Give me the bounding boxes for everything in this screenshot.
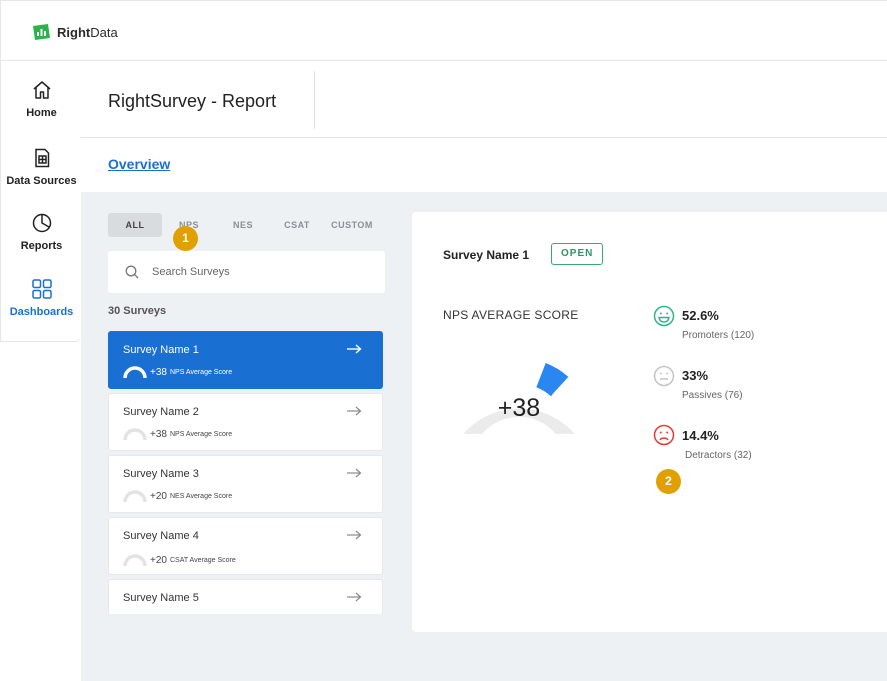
survey-metric: NPS Average Score bbox=[169, 430, 233, 438]
survey-list[interactable]: Survey Name 1 +38 NPS Average Score Surv… bbox=[108, 331, 385, 614]
arrow-right-icon bbox=[347, 344, 362, 354]
survey-card-4[interactable]: Survey Name 4 +20 CSAT Average Score bbox=[108, 517, 383, 575]
sidebar-item-dashboards[interactable]: Dashboards bbox=[1, 278, 82, 318]
annotation-badge-1: 1 bbox=[173, 226, 198, 251]
gauge-fill bbox=[536, 362, 569, 397]
smile-icon bbox=[653, 305, 675, 327]
data-sources-icon bbox=[34, 148, 49, 168]
arrow-right-icon bbox=[347, 468, 362, 478]
survey-name: Survey Name 2 bbox=[123, 406, 199, 418]
survey-score: +38 bbox=[150, 366, 167, 378]
status-badge: OPEN bbox=[551, 243, 604, 265]
stat-value: 33% bbox=[682, 368, 709, 383]
subheader: Overview bbox=[81, 138, 887, 192]
logo-mark-icon bbox=[33, 24, 50, 40]
nps-gauge: +38 bbox=[463, 362, 575, 434]
page-header: RightSurvey - Report bbox=[81, 61, 887, 138]
brand-name: RightData bbox=[57, 24, 118, 40]
survey-metric: NPS Average Score bbox=[169, 368, 233, 376]
annotation-badge-2: 2 bbox=[656, 469, 681, 494]
arrow-right-icon bbox=[347, 592, 362, 602]
home-icon bbox=[33, 81, 50, 99]
gauge-mini-icon bbox=[123, 428, 147, 440]
filter-all[interactable]: ALL bbox=[108, 213, 162, 237]
page-title: RightSurvey - Report bbox=[108, 91, 277, 111]
brand-logo[interactable]: RightData bbox=[31, 23, 118, 41]
search-input[interactable] bbox=[152, 263, 372, 281]
stat-label: Detractors (32) bbox=[685, 450, 752, 461]
neutral-face-icon bbox=[653, 365, 675, 387]
filter-nes[interactable]: NES bbox=[216, 213, 270, 237]
sidebar: Home Data Sources Reports Dashboards bbox=[0, 61, 81, 342]
survey-count: 30 Surveys bbox=[108, 305, 167, 317]
search-icon bbox=[125, 265, 139, 279]
frown-icon bbox=[653, 424, 675, 446]
survey-name: Survey Name 1 bbox=[123, 344, 199, 356]
sidebar-item-label: Home bbox=[26, 107, 57, 119]
sidebar-item-home[interactable]: Home bbox=[1, 79, 82, 119]
sidebar-item-reports[interactable]: Reports bbox=[1, 212, 82, 252]
survey-metric: NES Average Score bbox=[169, 492, 233, 500]
survey-detail-panel: Survey Name 1 OPEN NPS AVERAGE SCORE +38… bbox=[412, 212, 887, 632]
stat-value: 14.4% bbox=[682, 428, 719, 443]
sidebar-item-data-sources[interactable]: Data Sources bbox=[1, 147, 82, 187]
survey-score: +20 bbox=[150, 490, 167, 502]
search-box bbox=[108, 251, 385, 293]
survey-name: Survey Name 5 bbox=[123, 592, 199, 604]
pie-chart-icon bbox=[32, 213, 51, 233]
detail-survey-name: Survey Name 1 bbox=[443, 248, 530, 262]
overview-link[interactable]: Overview bbox=[108, 156, 170, 172]
gauge-score-text: +38 bbox=[498, 394, 540, 422]
filter-csat[interactable]: CSAT bbox=[270, 213, 324, 237]
stat-value: 52.6% bbox=[682, 308, 719, 323]
survey-score: +20 bbox=[150, 554, 167, 566]
survey-score: +38 bbox=[150, 428, 167, 440]
survey-card-1[interactable]: Survey Name 1 +38 NPS Average Score bbox=[108, 331, 383, 389]
survey-metric: CSAT Average Score bbox=[169, 556, 236, 564]
survey-card-5[interactable]: Survey Name 5 bbox=[108, 579, 383, 614]
gauge-mini-icon bbox=[123, 490, 147, 502]
gauge-mini-icon bbox=[123, 366, 147, 378]
survey-name: Survey Name 4 bbox=[123, 530, 199, 542]
filter-custom[interactable]: CUSTOM bbox=[324, 213, 380, 237]
stat-label: Passives (76) bbox=[682, 390, 743, 401]
grid-icon bbox=[31, 279, 52, 299]
gauge-label: NPS AVERAGE SCORE bbox=[443, 308, 579, 322]
sidebar-item-label: Data Sources bbox=[6, 175, 77, 187]
gauge-mini-icon bbox=[123, 554, 147, 566]
survey-card-3[interactable]: Survey Name 3 +20 NES Average Score bbox=[108, 455, 383, 513]
survey-type-filters: ALL NPS NES CSAT CUSTOM bbox=[108, 213, 380, 237]
arrow-right-icon bbox=[347, 406, 362, 416]
top-bar: RightData bbox=[0, 0, 887, 61]
sidebar-item-label: Dashboards bbox=[9, 306, 74, 318]
arrow-right-icon bbox=[347, 530, 362, 540]
stat-label: Promoters (120) bbox=[682, 330, 755, 341]
survey-card-2[interactable]: Survey Name 2 +38 NPS Average Score bbox=[108, 393, 383, 451]
survey-name: Survey Name 3 bbox=[123, 468, 199, 480]
header-divider bbox=[314, 71, 315, 129]
sidebar-item-label: Reports bbox=[20, 240, 63, 252]
